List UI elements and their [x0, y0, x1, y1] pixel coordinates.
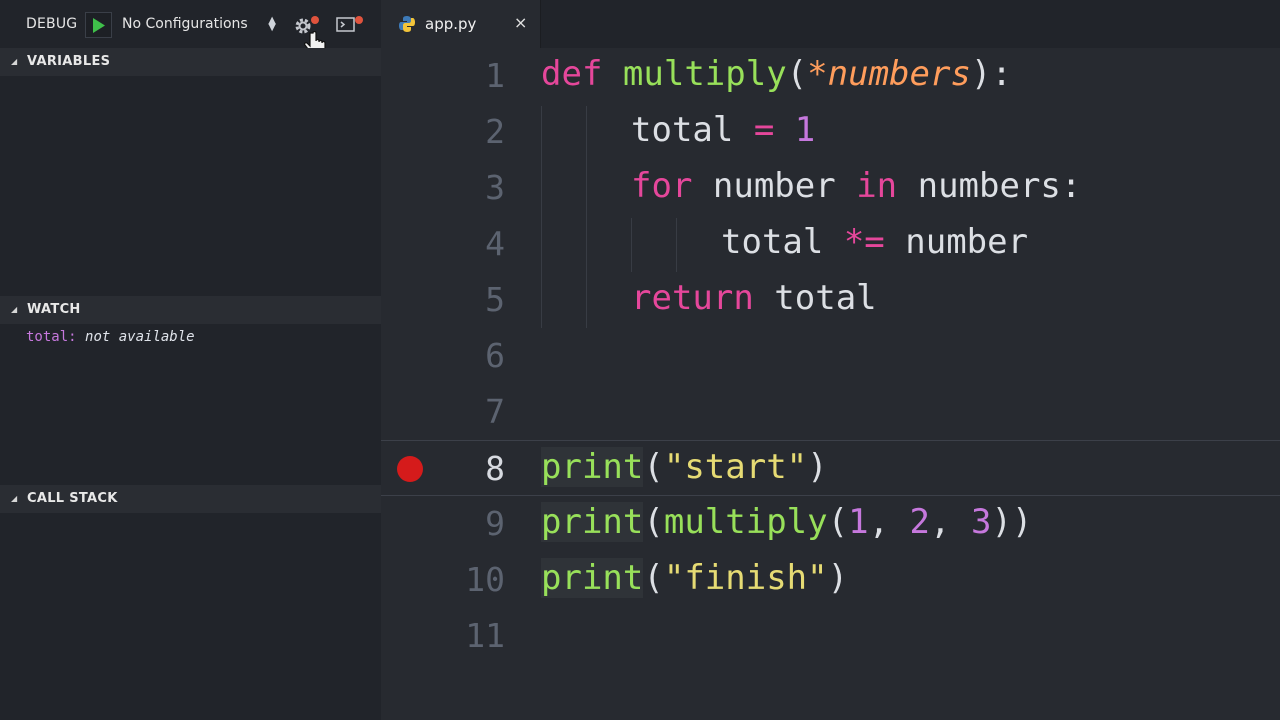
- line-number: 10: [465, 560, 505, 599]
- line-number: 2: [485, 112, 505, 151]
- python-file-icon: [399, 16, 415, 32]
- notification-dot-icon: [311, 16, 319, 24]
- code-token: print: [541, 558, 644, 598]
- code-token: multiply: [663, 502, 828, 542]
- code-line[interactable]: 1 def multiply(*numbers):: [381, 48, 1280, 104]
- line-number: 4: [485, 224, 505, 263]
- variables-title: VARIABLES: [27, 54, 111, 69]
- tab-filename: app.py: [425, 15, 477, 33]
- debug-sidebar: DEBUG No Configurations ▲ ▼ ◢ VARIABLES …: [0, 0, 381, 720]
- code-token: numbers:: [897, 166, 1082, 206]
- code-token: def: [541, 54, 603, 94]
- line-number: 1: [485, 56, 505, 95]
- line-number: 9: [485, 504, 505, 543]
- watch-expression[interactable]: total: not available: [26, 329, 195, 345]
- code-text: total *= number: [721, 222, 1028, 262]
- code-line[interactable]: 11: [381, 608, 1280, 664]
- debug-toolbar: DEBUG No Configurations ▲ ▼: [0, 0, 381, 58]
- code-token: for: [631, 166, 693, 206]
- watch-expression-value: not available: [85, 329, 195, 345]
- code-line[interactable]: 9 print(multiply(1, 2, 3)): [381, 496, 1280, 552]
- collapse-triangle-icon: ◢: [11, 305, 18, 314]
- code-token: (: [643, 447, 664, 487]
- code-text: total = 1: [631, 110, 815, 150]
- code-line[interactable]: 2 total = 1: [381, 104, 1280, 160]
- line-number: 8: [485, 449, 505, 488]
- line-number: 7: [485, 392, 505, 431]
- code-token: print: [541, 447, 644, 487]
- line-number: 11: [465, 616, 505, 655]
- close-icon[interactable]: ×: [514, 13, 527, 32]
- code-line[interactable]: 10 print("finish"): [381, 552, 1280, 608]
- code-token: )): [991, 502, 1033, 542]
- code-token: ,: [930, 502, 971, 542]
- variables-section-header[interactable]: ◢ VARIABLES: [0, 48, 381, 76]
- code-token: (: [643, 558, 664, 598]
- code-token: ,: [868, 502, 910, 542]
- breakpoint-icon[interactable]: [397, 456, 423, 482]
- configuration-select[interactable]: No Configurations ▲ ▼: [122, 14, 278, 36]
- notification-dot-icon: [355, 16, 363, 24]
- code-editor[interactable]: 1 def multiply(*numbers): 2 total = 1 3 for n…: [381, 48, 1280, 720]
- code-token: ):: [970, 54, 1012, 94]
- code-token: total: [721, 222, 844, 262]
- line-number: 6: [485, 336, 505, 375]
- line-number: 5: [485, 280, 505, 319]
- code-token: total: [631, 110, 734, 150]
- code-token: *=: [843, 222, 885, 262]
- code-token: (: [643, 502, 664, 542]
- code-token: (: [786, 54, 808, 94]
- code-line[interactable]: 3 for number in numbers:: [381, 160, 1280, 216]
- code-token: ): [807, 447, 828, 487]
- code-token: 3: [970, 502, 992, 542]
- code-text: print(multiply(1, 2, 3)): [541, 502, 1032, 542]
- code-text: def multiply(*numbers):: [541, 54, 1012, 94]
- code-line[interactable]: 5 return total: [381, 272, 1280, 328]
- watch-section-header[interactable]: ◢ WATCH: [0, 296, 381, 324]
- tab-app-py[interactable]: app.py ×: [381, 0, 541, 48]
- start-debugging-button[interactable]: [85, 12, 112, 38]
- code-text: print("finish"): [541, 558, 848, 598]
- line-number: 3: [485, 168, 505, 207]
- code-token: "finish": [663, 558, 828, 598]
- select-arrows-icon: ▲ ▼: [268, 15, 276, 33]
- code-token: in: [856, 166, 898, 206]
- code-token: 1: [794, 110, 816, 150]
- debug-title: DEBUG: [26, 16, 78, 32]
- code-token: 1: [848, 502, 869, 542]
- code-line[interactable]: 7: [381, 384, 1280, 440]
- code-token: 2: [909, 502, 931, 542]
- code-token: print: [541, 502, 644, 542]
- code-token: number: [692, 166, 857, 206]
- editor-tab-bar: app.py ×: [381, 0, 1280, 48]
- code-token: return: [631, 278, 754, 318]
- code-line[interactable]: 6: [381, 328, 1280, 384]
- code-token: total: [753, 278, 877, 318]
- code-token: ): [827, 558, 849, 598]
- configuration-select-value: No Configurations: [122, 16, 248, 32]
- collapse-triangle-icon: ◢: [11, 494, 18, 503]
- code-token: "start": [663, 447, 808, 487]
- play-icon: [93, 18, 105, 33]
- code-token: =: [733, 110, 795, 150]
- call-stack-section-header[interactable]: ◢ CALL STACK: [0, 485, 381, 513]
- code-token: multiply: [622, 54, 787, 94]
- terminal-icon: [336, 17, 355, 32]
- debug-console-button[interactable]: [336, 13, 366, 37]
- code-line[interactable]: 8 print("start"): [381, 440, 1280, 496]
- watch-expression-name: total:: [26, 329, 77, 345]
- code-token: (: [827, 502, 849, 542]
- code-text: return total: [631, 278, 877, 318]
- collapse-triangle-icon: ◢: [11, 57, 18, 66]
- code-text: for number in numbers:: [631, 166, 1081, 206]
- code-token: *numbers: [807, 54, 971, 94]
- code-line[interactable]: 4 total *= number: [381, 216, 1280, 272]
- watch-title: WATCH: [27, 302, 81, 317]
- code-text: print("start"): [541, 447, 828, 487]
- call-stack-title: CALL STACK: [27, 491, 118, 506]
- code-token: number: [884, 222, 1029, 262]
